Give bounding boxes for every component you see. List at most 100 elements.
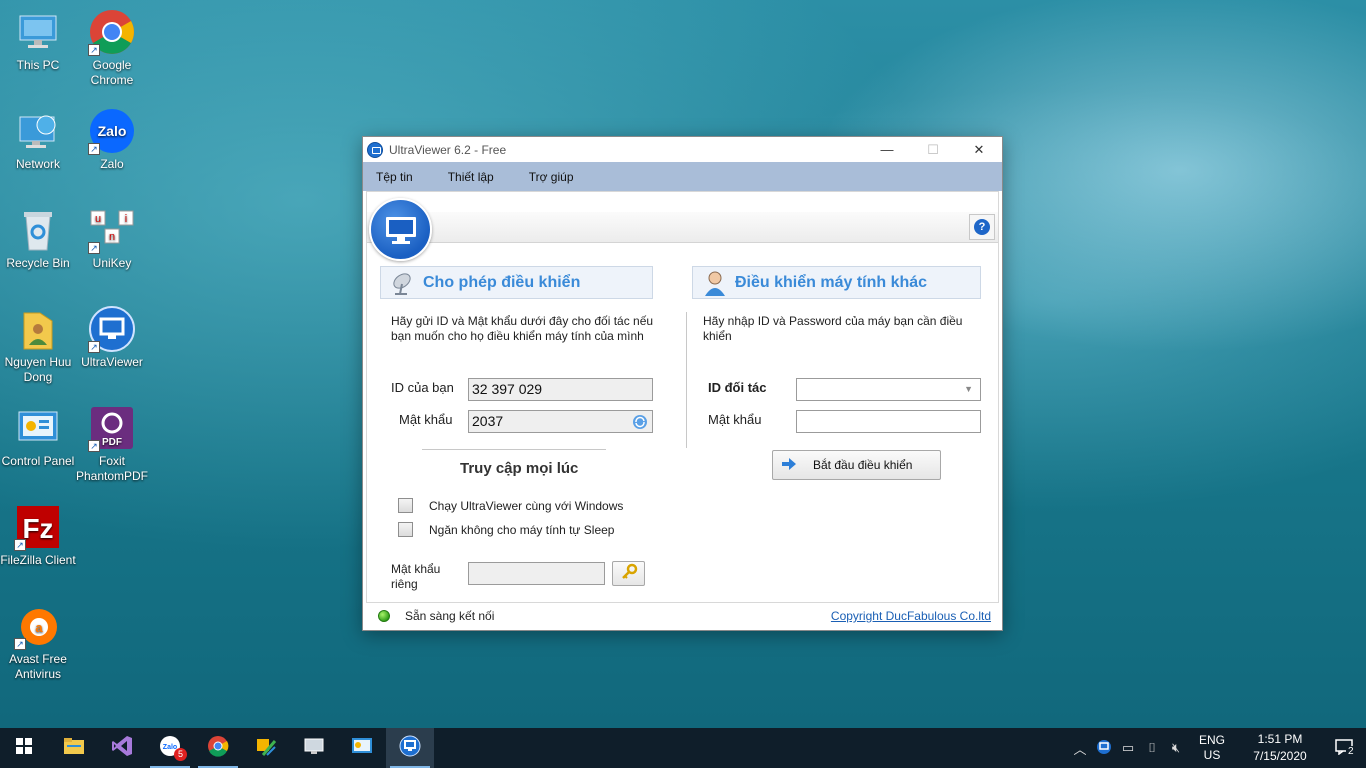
desktop-icon-user-folder[interactable]: Nguyen Huu Dong: [0, 305, 76, 385]
ultraviewer-icon: ↗: [88, 305, 136, 353]
control-remote-header: Điều khiển máy tính khác: [692, 266, 981, 299]
start-button[interactable]: [0, 728, 48, 768]
filezilla-icon: Fz ↗: [14, 503, 62, 551]
desktop-icon-label: UltraViewer: [81, 355, 143, 369]
desktop-icon-network[interactable]: Network: [0, 107, 76, 172]
tool-app-icon: [255, 735, 277, 762]
control-panel-taskbar-icon: [351, 736, 373, 761]
password-field[interactable]: 2037: [468, 410, 653, 433]
prevent-sleep-checkbox-label[interactable]: Ngăn không cho máy tính tự Sleep: [429, 523, 614, 537]
password-label: Mật khẩu: [399, 412, 453, 427]
desktop-icon-avast[interactable]: a ↗ Avast Free Antivirus: [0, 602, 76, 682]
shortcut-arrow-icon: ↗: [14, 638, 26, 650]
ultraviewer-app-icon: [367, 141, 383, 158]
copyright-link[interactable]: Copyright DucFabulous Co.ltd: [831, 609, 991, 623]
desktop-icon-google-chrome[interactable]: ↗ Google Chrome: [74, 8, 150, 88]
desktop-icon-label: Network: [15, 157, 60, 171]
your-id-field[interactable]: 32 397 029: [468, 378, 653, 401]
taskbar: Zalo 5 ︿ ▭ ⌷ 🔇︎ ENG US 1:51 PM 7/15/2020…: [0, 728, 1366, 768]
monitor-logo-icon: [369, 198, 432, 261]
language-code: ENG: [1198, 733, 1225, 747]
language-indicator[interactable]: ENG US: [1192, 733, 1232, 763]
avast-icon: a ↗: [14, 602, 62, 650]
desktop-icon-recycle-bin[interactable]: Recycle Bin: [0, 206, 76, 271]
status-text: Sẵn sàng kết nối: [405, 609, 495, 623]
network-tray-icon[interactable]: ⌷: [1140, 740, 1164, 756]
password-value: 2037: [472, 413, 504, 429]
zalo-notification-badge: 5: [174, 748, 187, 761]
private-password-field[interactable]: [468, 562, 605, 585]
main-panel: ? Cho phép điều khiển Hãy gửi ID và Mật …: [366, 191, 999, 603]
volume-muted-icon[interactable]: 🔇︎: [1164, 740, 1188, 756]
desktop-icon-control-panel[interactable]: Control Panel: [0, 404, 76, 469]
taskbar-app-monitor[interactable]: [290, 728, 338, 768]
taskbar-control-panel[interactable]: [338, 728, 386, 768]
start-control-label: Bắt đầu điều khiển: [813, 458, 913, 472]
start-control-button[interactable]: Bắt đầu điều khiển: [772, 450, 941, 480]
partner-id-label: ID đối tác: [708, 380, 767, 395]
menu-help[interactable]: Trợ giúp: [529, 170, 574, 184]
show-hidden-icons-chevron-icon[interactable]: ︿: [1068, 739, 1092, 758]
startup-checkbox[interactable]: [398, 498, 413, 513]
set-private-password-button[interactable]: [612, 561, 645, 586]
notification-count: 2: [1346, 746, 1356, 757]
menu-settings[interactable]: Thiết lập: [448, 170, 494, 184]
clock-date: 7/15/2020: [1253, 749, 1307, 763]
desktop-icon-this-pc[interactable]: This PC: [0, 8, 76, 73]
ultraviewer-tray-icon[interactable]: [1092, 739, 1116, 758]
menu-file[interactable]: Tệp tin: [376, 170, 413, 184]
taskbar-ultraviewer[interactable]: [386, 728, 434, 768]
desktop-icon-unikey[interactable]: u in ↗ UniKey: [74, 206, 150, 271]
left-divider: [422, 449, 606, 450]
taskbar-chrome[interactable]: [194, 728, 242, 768]
ultraviewer-taskbar-icon: [399, 735, 421, 762]
refresh-password-icon[interactable]: [632, 414, 648, 436]
desktop-icon-filezilla[interactable]: Fz ↗ FileZilla Client: [0, 503, 76, 568]
control-panel-icon: [14, 404, 62, 452]
control-remote-title: Điều khiển máy tính khác: [735, 273, 928, 291]
battery-icon[interactable]: ▭: [1116, 740, 1140, 756]
taskbar-zalo[interactable]: Zalo 5: [146, 728, 194, 768]
action-center-button[interactable]: 2: [1322, 728, 1366, 768]
partner-id-combobox[interactable]: ▼: [796, 378, 981, 401]
ultraviewer-window: UltraViewer 6.2 - Free — ☐ ✕ Tệp tin Thi…: [362, 136, 1003, 631]
startup-checkbox-label[interactable]: Chạy UltraViewer cùng với Windows: [429, 499, 623, 513]
connection-status-indicator: [378, 610, 390, 622]
partner-password-field[interactable]: [796, 410, 981, 433]
desktop-icon-zalo[interactable]: Zalo ↗ Zalo: [74, 107, 150, 172]
svg-text:Fz: Fz: [22, 513, 53, 544]
clock[interactable]: 1:51 PM 7/15/2020: [1238, 731, 1322, 765]
taskbar-app-tool[interactable]: [242, 728, 290, 768]
recycle-bin-icon: [14, 206, 62, 254]
maximize-button[interactable]: ☐: [910, 137, 956, 162]
taskbar-file-explorer[interactable]: [50, 728, 98, 768]
minimize-button[interactable]: —: [864, 137, 910, 162]
desktop-icon-ultraviewer[interactable]: ↗ UltraViewer: [74, 305, 150, 370]
allow-control-header: Cho phép điều khiển: [380, 266, 653, 299]
chrome-taskbar-icon: [207, 735, 229, 762]
title-bar[interactable]: UltraViewer 6.2 - Free — ☐ ✕: [363, 137, 1002, 162]
partner-password-label: Mật khẩu: [708, 412, 762, 427]
svg-text:i: i: [125, 213, 127, 225]
foxit-pdf-icon: PDF ↗: [88, 404, 136, 452]
shortcut-arrow-icon: ↗: [88, 44, 100, 56]
arrow-right-icon: [781, 457, 797, 474]
file-explorer-icon: [63, 737, 85, 760]
desktop-icon-label: Avast Free Antivirus: [9, 652, 67, 681]
visual-studio-icon: [111, 735, 133, 762]
prevent-sleep-checkbox[interactable]: [398, 522, 413, 537]
shortcut-arrow-icon: ↗: [88, 341, 100, 353]
desktop-icon-foxit[interactable]: PDF ↗ Foxit PhantomPDF: [74, 404, 150, 484]
private-password-label: Mật khẩu riêng: [391, 562, 441, 591]
user-avatar-icon: [701, 269, 729, 297]
dropdown-arrow-icon[interactable]: ▼: [964, 379, 973, 400]
windows-logo-icon: [16, 737, 32, 759]
unikey-icon: u in ↗: [88, 206, 136, 254]
this-pc-icon: [14, 8, 62, 56]
taskbar-visual-studio[interactable]: [98, 728, 146, 768]
column-divider: [686, 312, 687, 448]
close-button[interactable]: ✕: [956, 137, 1002, 162]
desktop-icon-label: Foxit PhantomPDF: [75, 454, 149, 483]
help-button[interactable]: ?: [969, 214, 995, 240]
system-tray: ︿ ▭ ⌷ 🔇︎ ENG US 1:51 PM 7/15/2020 2: [1068, 728, 1366, 768]
